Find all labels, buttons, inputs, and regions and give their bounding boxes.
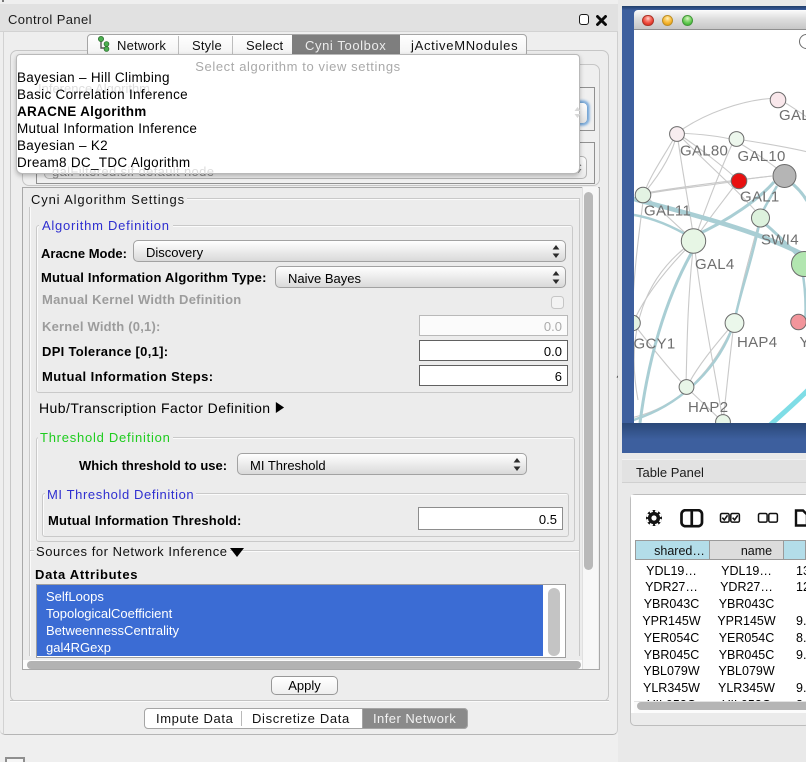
svg-text:GCY1: GCY1 <box>634 336 676 353</box>
svg-text:SWI4: SWI4 <box>761 232 799 249</box>
svg-text:GAL7: GAL7 <box>779 107 806 124</box>
svg-text:GAL11: GAL11 <box>644 203 691 220</box>
svg-text:Y: Y <box>800 334 806 351</box>
svg-text:HAP2: HAP2 <box>688 399 728 416</box>
svg-text:GAL10: GAL10 <box>738 148 786 165</box>
svg-text:GAL1: GAL1 <box>740 189 780 206</box>
svg-text:GAL4: GAL4 <box>695 256 735 273</box>
svg-text:HAP4: HAP4 <box>737 334 777 351</box>
svg-text:GAL80: GAL80 <box>680 143 728 160</box>
